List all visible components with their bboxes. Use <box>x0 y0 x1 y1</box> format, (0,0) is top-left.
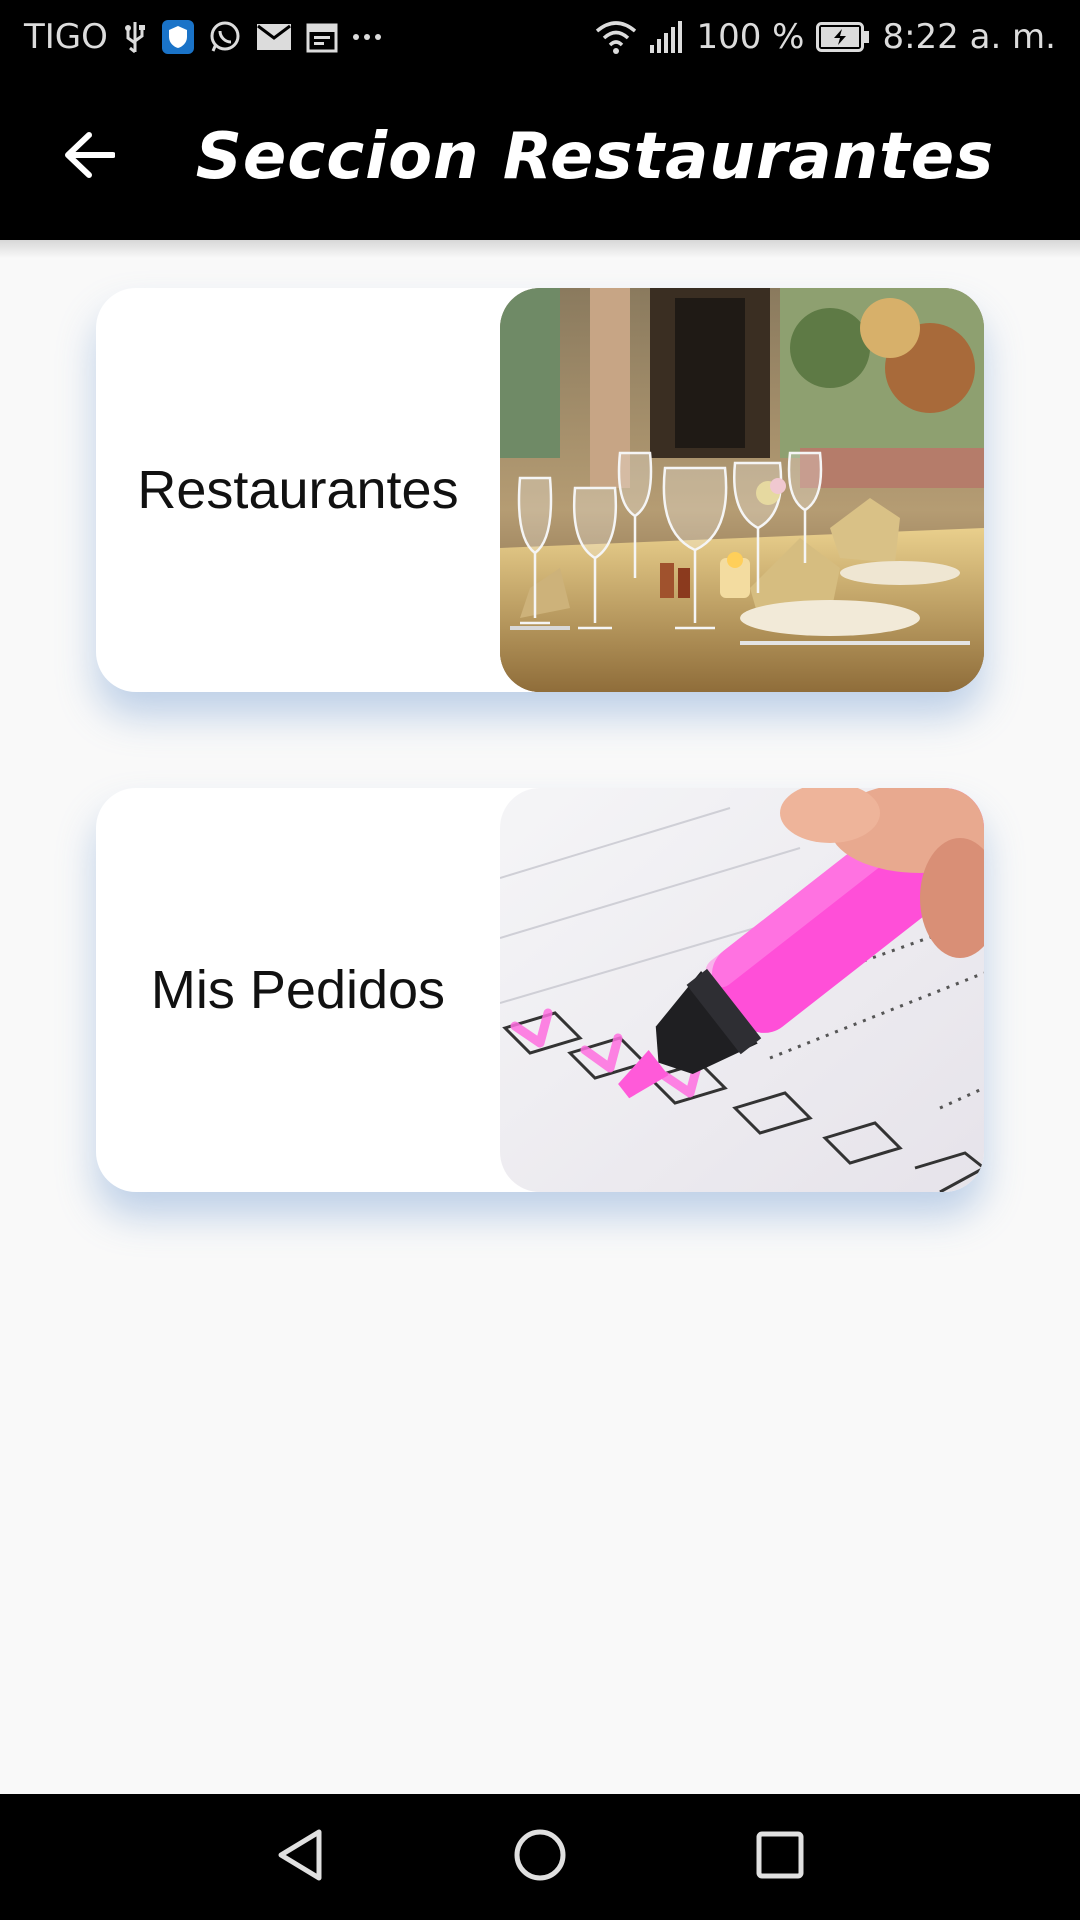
back-button[interactable] <box>44 112 134 202</box>
card-label: Mis Pedidos <box>150 960 446 1020</box>
nav-recents-button[interactable] <box>735 1812 825 1902</box>
whatsapp-icon <box>208 20 242 54</box>
shield-app-icon <box>161 20 194 54</box>
clock: 8:22 a. m. <box>882 17 1056 57</box>
status-right: 100 % 8:22 a. m. <box>594 0 1056 74</box>
app-bar: Seccion Restaurantes <box>0 74 1080 240</box>
card-label: Restaurantes <box>137 460 459 520</box>
usb-icon <box>122 20 148 54</box>
carrier-label: TIGO <box>24 17 108 57</box>
signal-icon <box>650 21 684 53</box>
more-dots-icon <box>352 32 382 42</box>
system-nav-bar <box>0 1794 1080 1920</box>
main-content: Restaurantes Mis Pedidos <box>0 240 1080 1794</box>
card-mis-pedidos[interactable]: Mis Pedidos <box>96 788 984 1192</box>
nav-recents-square-icon <box>755 1830 805 1884</box>
battery-percent: 100 % <box>696 17 805 57</box>
nav-back-triangle-icon <box>275 1828 325 1886</box>
status-bar: TIGO 100 % 8:22 a. m. <box>0 0 1080 74</box>
checklist-highlighter-photo <box>500 788 984 1192</box>
page-title: Seccion Restaurantes <box>195 120 995 194</box>
status-left: TIGO <box>24 0 382 74</box>
nav-back-button[interactable] <box>255 1812 345 1902</box>
arrow-back-icon <box>63 131 116 183</box>
nav-home-button[interactable] <box>495 1812 585 1902</box>
battery-charging-icon <box>816 22 870 52</box>
nav-home-circle-icon <box>513 1828 567 1886</box>
mail-icon <box>256 23 292 51</box>
calendar-icon <box>306 21 338 53</box>
card-restaurantes[interactable]: Restaurantes <box>96 288 984 692</box>
restaurant-table-photo <box>500 288 984 692</box>
wifi-icon <box>594 19 638 55</box>
